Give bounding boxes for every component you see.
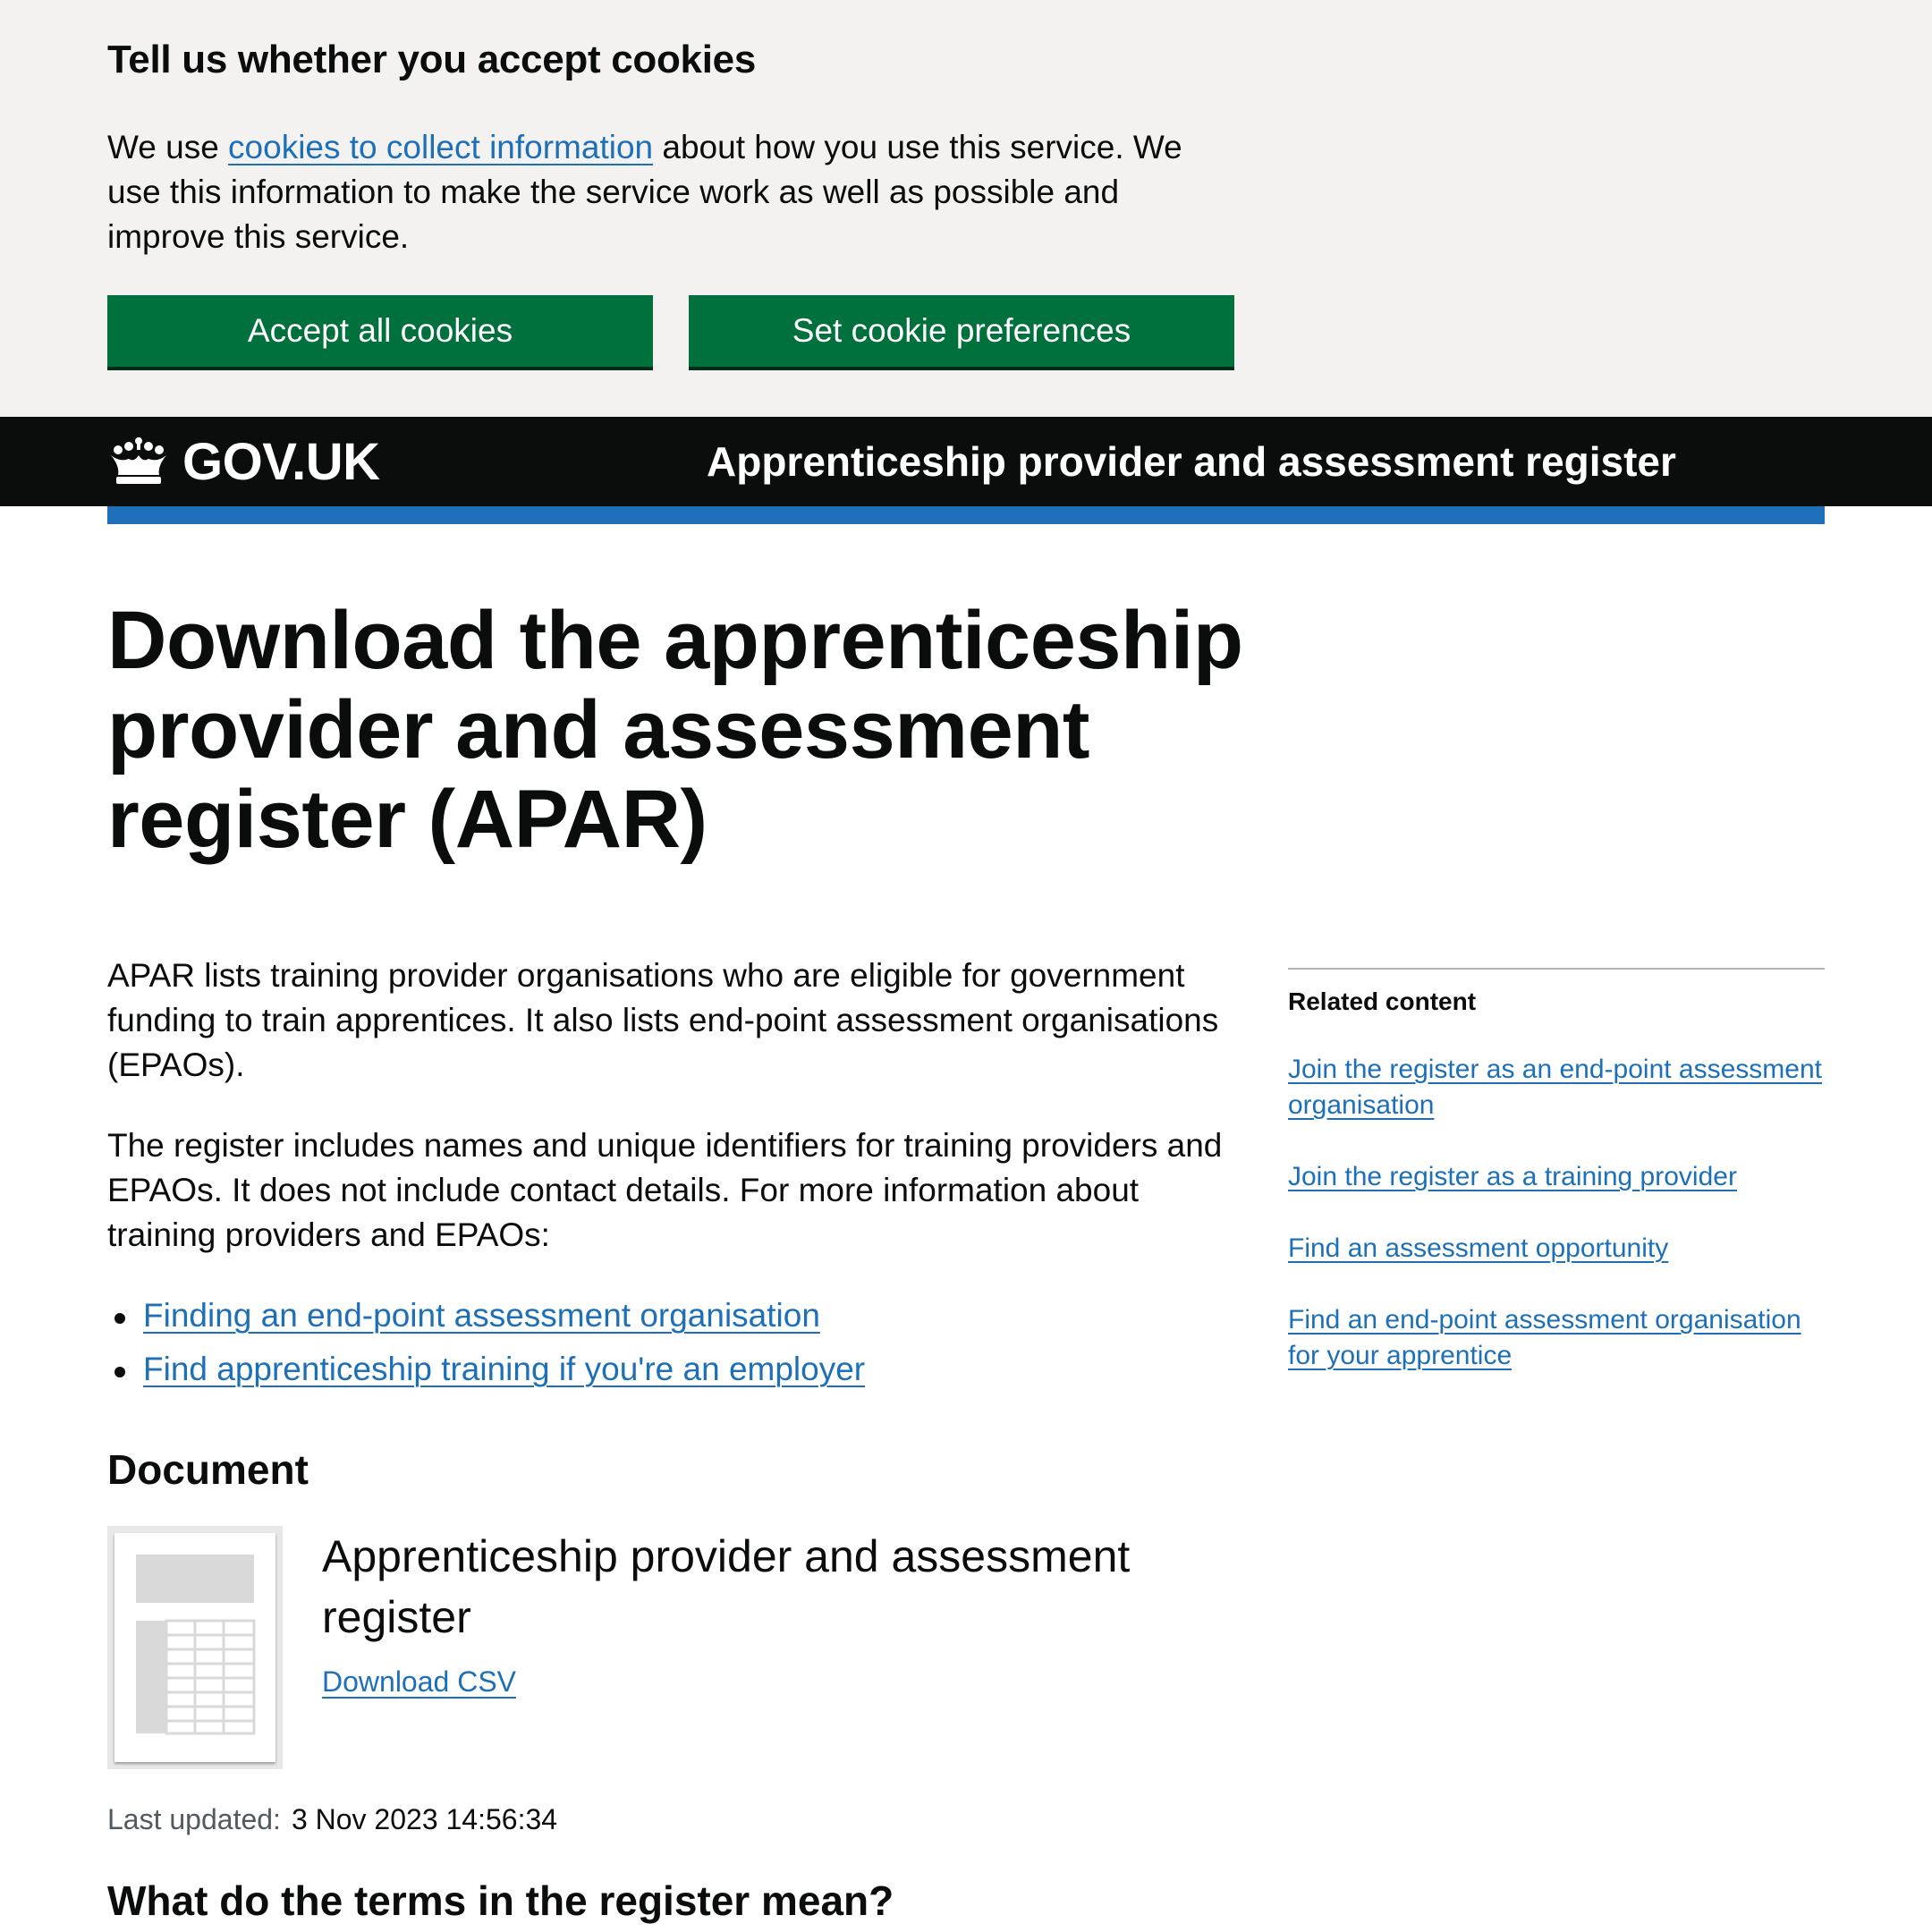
cookie-banner-heading: Tell us whether you accept cookies xyxy=(107,38,756,81)
related-content-heading: Related content xyxy=(1288,987,1477,1015)
last-updated: Last updated: 3 Nov 2023 14:56:34 xyxy=(107,1803,557,1836)
find-epao-apprentice-link[interactable]: Find an end-point assessment organisatio… xyxy=(1288,1305,1801,1370)
related-content-sidebar: Related content Join the register as an … xyxy=(1288,968,1825,1410)
related-links-list: Join the register as an end-point assess… xyxy=(1288,1052,1825,1374)
info-links-list: Finding an end-point assessment organisa… xyxy=(107,1293,1234,1392)
join-register-provider-link[interactable]: Join the register as a training provider xyxy=(1288,1162,1737,1191)
list-item: Find an assessment opportunity xyxy=(1288,1231,1825,1267)
list-item: Find apprenticeship training if you're a… xyxy=(107,1347,1234,1392)
site-header: GOV.UK Apprenticeship provider and asses… xyxy=(0,417,1932,506)
main-content: APAR lists training provider organisatio… xyxy=(107,953,1234,1401)
page-title: Download the apprenticeship provider and… xyxy=(107,595,1243,865)
join-register-epao-link[interactable]: Join the register as an end-point assess… xyxy=(1288,1055,1822,1120)
register-info-paragraph: The register includes names and unique i… xyxy=(107,1127,1223,1253)
document-heading: Document xyxy=(107,1446,309,1493)
header-blue-bar xyxy=(107,506,1825,524)
service-name-link[interactable]: Apprenticeship provider and assessment r… xyxy=(707,417,1676,506)
download-csv-link[interactable]: Download CSV xyxy=(322,1665,516,1699)
document-title: Apprenticeship provider and assessment r… xyxy=(322,1531,1131,1642)
last-updated-label: Last updated: xyxy=(107,1803,281,1835)
list-item: Finding an end-point assessment organisa… xyxy=(107,1293,1234,1338)
find-training-link[interactable]: Find apprenticeship training if you're a… xyxy=(143,1351,865,1387)
govuk-logo-text: GOV.UK xyxy=(182,432,380,491)
intro-paragraph: APAR lists training provider organisatio… xyxy=(107,957,1219,1083)
cookie-preferences-button[interactable]: Set cookie preferences xyxy=(689,295,1234,367)
list-item: Join the register as a training provider xyxy=(1288,1159,1825,1195)
last-updated-value: 3 Nov 2023 14:56:34 xyxy=(291,1803,558,1835)
cookies-info-link[interactable]: cookies to collect information xyxy=(228,129,653,165)
accept-cookies-button[interactable]: Accept all cookies xyxy=(107,295,653,367)
find-epao-link[interactable]: Finding an end-point assessment organisa… xyxy=(143,1297,820,1334)
cookie-banner-text: We use cookies to collect information ab… xyxy=(107,125,1199,259)
govuk-logo-link[interactable]: GOV.UK xyxy=(107,417,380,506)
list-item: Find an end-point assessment organisatio… xyxy=(1288,1302,1825,1374)
list-item: Join the register as an end-point assess… xyxy=(1288,1052,1825,1123)
crown-icon xyxy=(111,437,166,484)
terms-heading: What do the terms in the register mean? xyxy=(107,1877,894,1924)
spreadsheet-thumbnail-icon xyxy=(107,1526,283,1769)
cookie-banner: Tell us whether you accept cookies We us… xyxy=(0,0,1932,417)
find-assessment-opportunity-link[interactable]: Find an assessment opportunity xyxy=(1288,1233,1668,1263)
cookie-text-before: We use xyxy=(107,129,229,165)
